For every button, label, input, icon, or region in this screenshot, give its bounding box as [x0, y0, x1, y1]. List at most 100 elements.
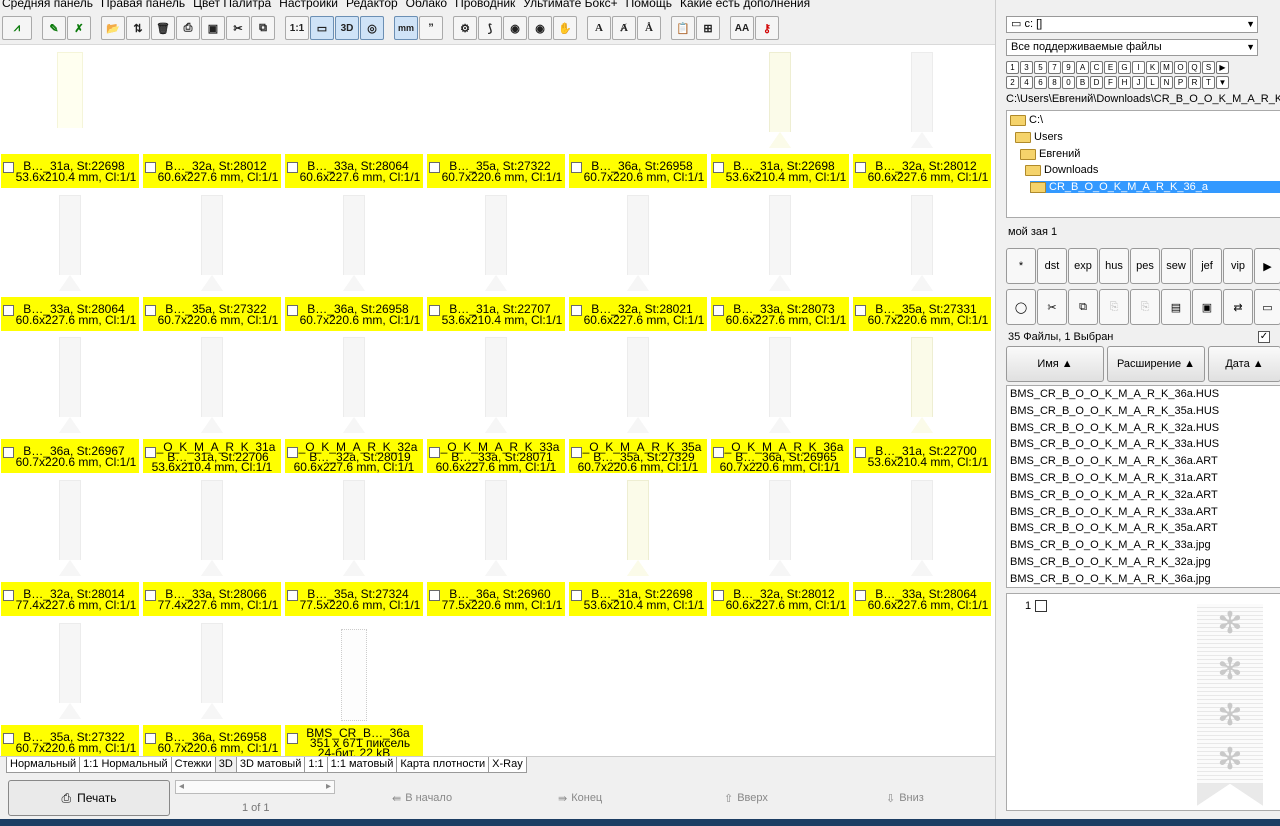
tab-3d[interactable]: 3D [214, 757, 237, 773]
lasso-icon[interactable]: ◯ [1006, 289, 1036, 325]
thumbnail-cell[interactable]: _O_K_M_A_R_K_32a B…_32a, St:28019 60.6x227… [284, 331, 424, 473]
menu-ultimate-box[interactable]: Ультимате Бокс+ [521, 0, 623, 12]
quick-key[interactable]: O [1174, 61, 1187, 74]
thumbnail-cell[interactable]: _O_K_M_A_R_K_33a B…_33a, St:28071 60.6x227… [426, 331, 566, 473]
quick-key[interactable]: J [1132, 76, 1145, 89]
file-filter-select[interactable]: Все поддерживаемые файлы ▼ [1006, 39, 1258, 56]
sort-date-header[interactable]: Дата ▲ [1208, 346, 1280, 382]
quick-key[interactable]: 1 [1006, 61, 1019, 74]
menu-color-palette[interactable]: Цвет Палитра [191, 0, 277, 12]
eye-slider2-icon[interactable]: ◉ [528, 16, 552, 40]
quick-key[interactable]: D [1090, 76, 1103, 89]
file-list-item[interactable]: BMS_CR_B_O_O_K_M_A_R_K_31a.ART [1007, 470, 1280, 487]
tab-1to1[interactable]: 1:1 [304, 757, 328, 773]
quick-key[interactable]: 5 [1034, 61, 1047, 74]
thumbnail-cell[interactable]: B…_32a, St:28012 60.6x227.6 mm, Cl:1/1 [852, 46, 992, 188]
thumbnail-cell[interactable]: _O_K_M_A_R_K_31a B…_31a, St:22706 53.6x210… [142, 331, 282, 473]
thumbnail-cell[interactable]: B…_36a, St:26967 60.7x220.6 mm, Cl:1/1 [0, 331, 140, 473]
quick-key[interactable]: 8 [1048, 76, 1061, 89]
tab-xray[interactable]: X-Ray [488, 757, 527, 773]
file-list-item[interactable]: BMS_CR_B_O_O_K_M_A_R_K_33a.jpg [1007, 537, 1280, 554]
copy-icon[interactable]: ⧉ [251, 16, 275, 40]
thumbnail-cell[interactable]: B…_35a, St:27322 60.7x220.6 mm, Cl:1/1 [426, 46, 566, 188]
thumbnail-cell[interactable]: B…_33a, St:28064 60.6x227.6 mm, Cl:1/1 [284, 46, 424, 188]
quick-key[interactable]: I [1132, 61, 1145, 74]
tab-1to1-matte[interactable]: 1:1 матовый [326, 757, 398, 773]
quick-key[interactable]: ▼ [1216, 76, 1229, 89]
paste-special-icon[interactable]: ⎘ [1130, 289, 1160, 325]
quick-key[interactable]: L [1146, 76, 1159, 89]
filter-more-button[interactable]: ▶ [1254, 248, 1280, 284]
hand-icon[interactable]: ✋ [553, 16, 577, 40]
copy-to-icon[interactable]: ▤ [1161, 289, 1191, 325]
thumbnail-cell[interactable]: B…_33a, St:28064 60.6x227.6 mm, Cl:1/1 [852, 474, 992, 616]
to-start-button[interactable]: ⇚ В начало [392, 792, 452, 805]
quick-key[interactable]: P [1174, 76, 1187, 89]
view-3d-button[interactable]: 3D [335, 16, 359, 40]
thumbnail-cell[interactable]: B…_35a, St:27331 60.7x220.6 mm, Cl:1/1 [852, 189, 992, 331]
quick-key[interactable]: F [1104, 76, 1117, 89]
thumbnail-cell[interactable]: B…_33a, St:28064 60.6x227.6 mm, Cl:1/1 [0, 189, 140, 331]
sort-ext-header[interactable]: Расширение ▲ [1107, 346, 1205, 382]
copy-icon[interactable]: ⧉ [1068, 289, 1098, 325]
tree-node-user[interactable]: Евгений [1020, 148, 1080, 160]
font-outline-icon[interactable]: Å [637, 16, 661, 40]
save-icon[interactable]: ▣ [1192, 289, 1222, 325]
save-icon[interactable]: ▣ [201, 16, 225, 40]
filter-exp-button[interactable]: exp [1068, 248, 1098, 284]
filter-vip-button[interactable]: vip [1223, 248, 1253, 284]
thumbnail-cell[interactable]: B…_31a, St:22698 53.6x210.4 mm, Cl:1/1 [0, 46, 140, 188]
quick-key[interactable]: 3 [1020, 61, 1033, 74]
menu-editor[interactable]: Редактор [344, 0, 404, 12]
filter-hus-button[interactable]: hus [1099, 248, 1129, 284]
down-button[interactable]: ⇩ Вниз [886, 792, 924, 805]
thumbnail-cell[interactable]: B…_32a, St:28014 77.4x227.6 mm, Cl:1/1 [0, 474, 140, 616]
quick-key[interactable]: ▶ [1216, 61, 1229, 74]
preview-checkbox[interactable] [1035, 600, 1047, 612]
file-list-item[interactable]: BMS_CR_B_O_O_K_M_A_R_K_33a.ART [1007, 504, 1280, 521]
file-list-item[interactable]: BMS_CR_B_O_O_K_M_A_R_K_33a.HUS [1007, 436, 1280, 453]
print-button[interactable]: ⎙ Печать [8, 780, 170, 816]
up-button[interactable]: ⇧ Вверх [724, 792, 768, 805]
quick-key[interactable]: 0 [1062, 76, 1075, 89]
tab-stitches[interactable]: Стежки [170, 757, 216, 773]
magic-wand-icon[interactable]: ✎ [42, 16, 66, 40]
menu-right-panel[interactable]: Правая панель [99, 0, 191, 12]
quick-key[interactable]: C [1090, 61, 1103, 74]
quick-key[interactable]: S [1202, 61, 1215, 74]
thumbnail-cell[interactable]: B…_32a, St:28012 60.6x227.6 mm, Cl:1/1 [710, 474, 850, 616]
thumbnail-cell[interactable]: B…_31a, St:22700 53.6x210.4 mm, Cl:1/1 [852, 331, 992, 473]
quick-key[interactable]: 4 [1020, 76, 1033, 89]
print-icon[interactable]: ⎙ [176, 16, 200, 40]
thumbnail-cell[interactable]: B…_31a, St:22698 53.6x210.4 mm, Cl:1/1 [568, 474, 708, 616]
quote-icon[interactable]: ” [419, 16, 443, 40]
sort-name-header[interactable]: Имя ▲ [1006, 346, 1104, 382]
cut-icon[interactable]: ✂ [226, 16, 250, 40]
trash-icon[interactable]: 🗑 [151, 16, 175, 40]
convert-icon[interactable]: ⇄ [1223, 289, 1253, 325]
tab-density-map[interactable]: Карта плотности [396, 757, 490, 773]
quick-key[interactable]: N [1160, 76, 1173, 89]
thumbnail-cell[interactable]: B…_33a, St:28073 60.6x227.6 mm, Cl:1/1 [710, 189, 850, 331]
tree-node-bookmark[interactable]: CR_B_O_O_K_M_A_R_K_36_a [1030, 181, 1280, 193]
thumbnail-cell[interactable]: B…_33a, St:28066 77.4x227.6 mm, Cl:1/1 [142, 474, 282, 616]
thread-icon[interactable]: ⟆ [478, 16, 502, 40]
key-icon[interactable]: ⚷ [755, 16, 779, 40]
filter-pes-button[interactable]: pes [1130, 248, 1160, 284]
file-list-item[interactable]: BMS_CR_B_O_O_K_M_A_R_K_32a.ART [1007, 487, 1280, 504]
drive-select[interactable]: ▭ c: [] ▼ [1006, 16, 1258, 33]
thumbnail-cell[interactable]: B…_35a, St:27322 60.7x220.6 mm, Cl:1/1 [142, 189, 282, 331]
font-a-button[interactable]: A [587, 16, 611, 40]
stitch-wave-icon[interactable]: ⩘ [2, 16, 32, 40]
measure-mm-button[interactable]: mm [394, 16, 418, 40]
quick-key[interactable]: Q [1188, 61, 1201, 74]
clipboard-icon[interactable]: 📋 [671, 16, 695, 40]
quick-key[interactable]: H [1118, 76, 1131, 89]
tree-icon[interactable]: ⊞ [696, 16, 720, 40]
hoop-icon[interactable]: ◎ [360, 16, 384, 40]
tab-3d-matte[interactable]: 3D матовый [235, 757, 306, 773]
thumbnail-cell[interactable]: B…_36a, St:26958 60.7x220.6 mm, Cl:1/1 [142, 617, 282, 756]
menu-middle-panel[interactable]: Средняя панель [0, 0, 99, 12]
tree-node-users[interactable]: Users [1015, 131, 1063, 143]
quick-key[interactable]: E [1104, 61, 1117, 74]
